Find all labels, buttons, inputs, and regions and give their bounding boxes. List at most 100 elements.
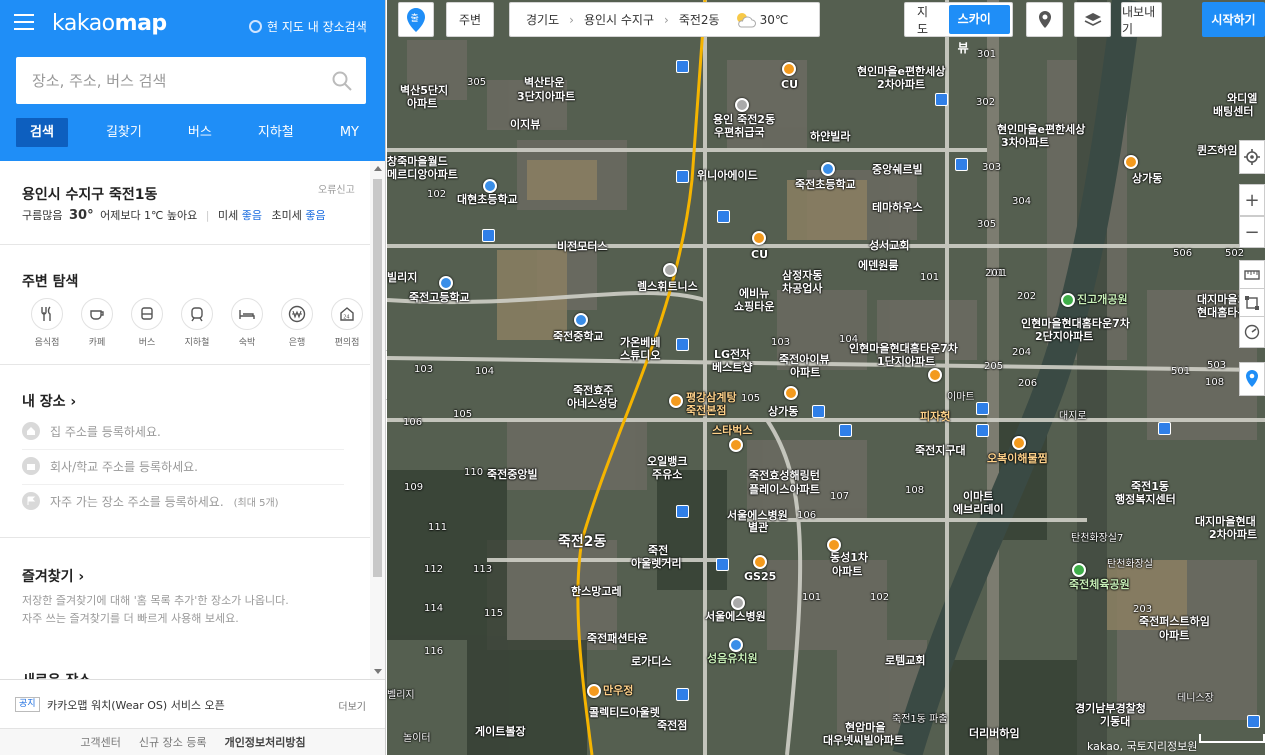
map-label[interactable]: 위니아에이드 (697, 170, 758, 182)
map-label[interactable]: 콜렉티드아울렛 (589, 707, 660, 719)
kakaomap-logo[interactable]: kakaomap (52, 11, 167, 36)
map-label[interactable]: 대현초등학교 (457, 194, 518, 206)
bus-stop-icon[interactable] (935, 93, 948, 106)
restaurant-pin-icon[interactable] (1012, 436, 1026, 450)
report-error-link[interactable]: 오류신고 (318, 181, 355, 196)
gym-pin-icon[interactable] (663, 263, 677, 277)
map-label[interactable]: 이마트 (963, 491, 993, 503)
bus-stop-icon[interactable] (1247, 715, 1260, 728)
map-label[interactable]: 메르디앙아파트 (387, 169, 458, 181)
map-label[interactable]: 죽전효성해링턴 (749, 470, 820, 482)
start-button[interactable]: 시작하기 (1202, 2, 1265, 37)
map-label[interactable]: 탄천화장실 (1107, 559, 1153, 571)
map-label[interactable]: 경기남부경찰청 (1075, 703, 1146, 715)
map-label[interactable]: 게이트볼장 (475, 726, 526, 738)
category-bank[interactable]: 은행 (272, 298, 322, 348)
post-office-pin-icon[interactable] (735, 98, 749, 112)
map-label[interactable]: 로가디스 (631, 656, 671, 668)
map-label[interactable]: 죽전 (648, 545, 668, 557)
convenience-store-pin-icon[interactable] (752, 231, 766, 245)
map-label[interactable]: GS25 (744, 571, 776, 583)
search-input[interactable] (16, 57, 316, 104)
map-label[interactable]: 아네스성당 (567, 398, 618, 410)
map-label[interactable]: 이지뷰 (510, 119, 540, 131)
map-label[interactable]: CU (751, 249, 768, 261)
restaurant-pin-icon[interactable] (587, 684, 601, 698)
map-label[interactable]: 죽전1동 (1131, 481, 1169, 493)
map-label[interactable]: 한스망고레 (571, 586, 622, 598)
map-label[interactable]: 더리버하임 (969, 728, 1020, 740)
export-button[interactable]: 내보내기 (1121, 2, 1162, 37)
footer-privacy[interactable]: 개인정보처리방침 (225, 734, 306, 750)
map-label[interactable]: 동성1차 (830, 552, 868, 564)
school-pin-icon[interactable] (821, 162, 835, 176)
breadcrumb-city[interactable]: 용인시 수지구 (584, 11, 654, 28)
map-label[interactable]: 퀸즈하임 (1197, 145, 1237, 157)
map-label[interactable]: 테니스장 (1177, 693, 1214, 705)
map-label[interactable]: 창죽마을월드 (387, 156, 448, 168)
map-label[interactable]: 인현마을현대홈타운7차 (849, 343, 958, 355)
map-label[interactable]: 주유소 (652, 469, 682, 481)
map-label[interactable]: 2차아파트 (877, 79, 925, 91)
scroll-up-icon[interactable] (374, 166, 382, 171)
breadcrumb-province[interactable]: 경기도 (526, 11, 559, 28)
map-label[interactable]: 오일뱅크 (647, 456, 687, 468)
map-label[interactable]: 벨리지 (387, 690, 415, 702)
category-restaurant[interactable]: 음식점 (22, 298, 72, 348)
map-label[interactable]: 현암마을 (845, 722, 885, 734)
map-label[interactable]: 1단지아파트 (877, 356, 935, 368)
tab-bus[interactable]: 버스 (180, 118, 220, 147)
map-type-skyview[interactable]: 스카이뷰 (948, 5, 1010, 55)
map-label[interactable]: 죽전중학교 (553, 331, 604, 343)
notice-message[interactable]: 카카오맵 워치(Wear OS) 서비스 오픈 (47, 697, 225, 713)
map-label[interactable]: 스튜디오 (620, 350, 660, 362)
map-label[interactable]: 죽전점 (657, 720, 687, 732)
breadcrumb-dong[interactable]: 죽전2동 (679, 11, 720, 28)
map-label[interactable]: 아울렛거리 (631, 558, 682, 570)
hospital-pin-icon[interactable] (731, 596, 745, 610)
map-label[interactable]: 대지로 (1059, 411, 1087, 423)
bus-stop-icon[interactable] (1158, 422, 1171, 435)
map-label-district[interactable]: 죽전2동 (558, 535, 606, 549)
category-lodging[interactable]: 숙박 (222, 298, 272, 348)
park-pin-icon[interactable] (1061, 293, 1075, 307)
layers-button[interactable] (1074, 2, 1111, 37)
bus-stop-icon[interactable] (676, 688, 689, 701)
map-label[interactable]: 죽전패션타운 (587, 633, 648, 645)
map-label[interactable]: 죽전지구대 (915, 445, 966, 457)
search-current-map-button[interactable]: 현 지도 내 장소검색 (249, 18, 367, 35)
map-label[interactable]: 서울에스병원 (705, 611, 766, 623)
school-pin-icon[interactable] (574, 313, 588, 327)
restaurant-pin-icon[interactable] (669, 394, 683, 408)
footer-register-place[interactable]: 신규 장소 등록 (139, 734, 207, 750)
search-icon[interactable] (332, 71, 352, 91)
add-place-button[interactable] (1239, 362, 1265, 396)
map-label[interactable]: 대우넷씨빌아파트 (823, 735, 904, 747)
map-label[interactable]: 가온베베 (620, 337, 660, 349)
map-label[interactable]: 기동대 (1100, 716, 1130, 728)
map-label[interactable]: 아파트 (1159, 630, 1189, 642)
roadview-button[interactable] (1026, 2, 1063, 37)
map-label[interactable]: 에브리데이 (953, 504, 1004, 516)
cafe-pin-icon[interactable] (729, 438, 743, 452)
map-label[interactable]: 죽전퍼스트하임 (1139, 616, 1210, 628)
category-bus[interactable]: 버스 (122, 298, 172, 348)
map-label[interactable]: 스타벅스 (712, 425, 752, 437)
bus-stop-icon[interactable] (676, 505, 689, 518)
footer-customer-center[interactable]: 고객센터 (80, 734, 120, 750)
map-label[interactable]: 별관 (748, 522, 768, 534)
map-label[interactable]: 이마트 (947, 392, 975, 404)
area-tool-button[interactable] (1239, 288, 1265, 318)
map-label[interactable]: 하얀빌라 (810, 131, 850, 143)
map-type-map[interactable]: 지도 (907, 3, 949, 37)
map-label[interactable]: 빌리지 (387, 272, 417, 284)
store-pin-icon[interactable] (1124, 155, 1138, 169)
map-label[interactable]: 죽전고등학교 (409, 292, 470, 304)
map-label[interactable]: 테마하우스 (872, 202, 923, 214)
bus-stop-icon[interactable] (812, 405, 825, 418)
category-cafe[interactable]: 카페 (72, 298, 122, 348)
map-label[interactable]: 비전모터스 (557, 241, 608, 253)
map-label[interactable]: 현인마을e편한세상 (857, 66, 945, 78)
zoom-in-button[interactable]: + (1239, 184, 1265, 216)
map-label[interactable]: 인현마을현대홈타운7차 (1021, 318, 1130, 330)
